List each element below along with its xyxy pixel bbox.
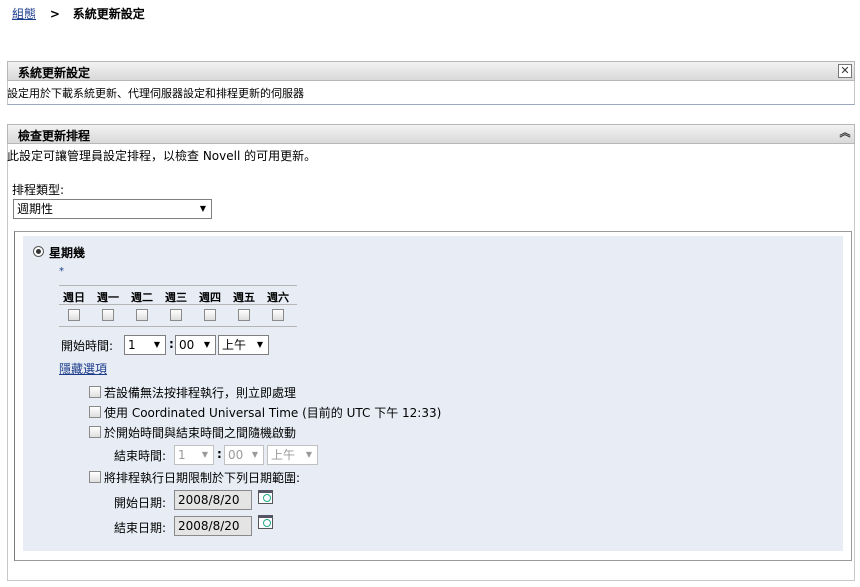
start-date-input[interactable]: 2008/8/20: [174, 490, 252, 510]
breadcrumb-configuration-link[interactable]: 組態: [12, 7, 36, 21]
day-of-week-radio[interactable]: [33, 246, 44, 257]
day-checkbox-fri[interactable]: [238, 309, 250, 321]
dropdown-arrow-icon: ▼: [199, 204, 207, 213]
start-ampm-select[interactable]: 上午 ▼: [218, 335, 269, 355]
day-header-sun: 週日: [63, 291, 85, 304]
selected-value: 00: [228, 448, 244, 462]
dropdown-arrow-icon: ▼: [153, 340, 161, 349]
schedule-type-select[interactable]: 週期性 ▼: [13, 199, 212, 219]
day-header-wed: 週三: [165, 291, 187, 304]
calendar-icon[interactable]: [258, 515, 273, 529]
selected-value: 00: [179, 338, 195, 352]
system-update-settings-header: 系統更新設定 ✕: [7, 61, 855, 81]
start-hour-select[interactable]: 1 ▼: [124, 335, 166, 355]
time-colon: :: [217, 447, 222, 461]
run-immediately-label: 若設備無法按排程執行，則立即處理: [104, 386, 297, 400]
day-checkbox-thu[interactable]: [204, 309, 216, 321]
time-colon: :: [169, 337, 174, 351]
start-time-label: 開始時間:: [61, 339, 114, 353]
collapse-icon[interactable]: ︽: [838, 127, 852, 141]
day-checkbox-sat[interactable]: [272, 309, 284, 321]
day-checkbox-sun[interactable]: [68, 309, 80, 321]
start-date-label: 開始日期:: [114, 496, 167, 510]
breadcrumb-separator: >: [49, 7, 60, 21]
limit-dates-checkbox[interactable]: [89, 471, 101, 483]
day-table-mid-rule: [59, 304, 297, 305]
start-minute-select[interactable]: 00 ▼: [175, 335, 216, 355]
check-update-schedule-header: 檢查更新排程 ︽: [7, 124, 855, 144]
end-hour-select[interactable]: 1 ▼: [174, 445, 214, 465]
schedule-type-label: 排程類型:: [12, 183, 65, 197]
random-start-label: 於開始時間與結束時間之間隨機啟動: [104, 426, 297, 440]
dropdown-arrow-icon: ▼: [251, 450, 259, 459]
selected-value: 上午: [222, 338, 247, 352]
day-header-thu: 週四: [199, 291, 221, 304]
selected-value: 上午: [271, 448, 296, 462]
end-minute-select[interactable]: 00 ▼: [224, 445, 264, 465]
selected-value: 週期性: [17, 202, 54, 216]
dropdown-arrow-icon: ▼: [305, 450, 313, 459]
day-checkbox-tue[interactable]: [136, 309, 148, 321]
panel-description: 此設定可讓管理員設定排程，以檢查 Novell 的可用更新。: [7, 149, 317, 163]
required-marker: *: [59, 266, 64, 277]
selected-value: 1: [178, 448, 186, 462]
random-start-checkbox[interactable]: [89, 426, 101, 438]
selected-value: 1: [128, 338, 136, 352]
panel-title: 檢查更新排程: [18, 129, 91, 143]
day-header-tue: 週二: [131, 291, 153, 304]
close-icon[interactable]: ✕: [838, 64, 852, 78]
panel-description: 設定用於下載系統更新、代理伺服器設定和排程更新的伺服器: [7, 87, 304, 100]
run-immediately-checkbox[interactable]: [89, 386, 101, 398]
day-header-mon: 週一: [97, 291, 119, 304]
hide-options-link[interactable]: 隱藏選項: [59, 360, 107, 377]
day-checkbox-wed[interactable]: [170, 309, 182, 321]
day-of-week-label: 星期幾: [49, 246, 86, 260]
breadcrumb: 組態 > 系統更新設定: [12, 5, 145, 22]
dropdown-arrow-icon: ▼: [201, 450, 209, 459]
use-utc-checkbox[interactable]: [89, 406, 101, 418]
panel-title: 系統更新設定: [18, 66, 91, 80]
limit-dates-label: 將排程執行日期限制於下列日期範圍:: [104, 471, 301, 485]
day-checkbox-mon[interactable]: [102, 309, 114, 321]
use-utc-label: 使用 Coordinated Universal Time (目前的 UTC 下…: [104, 406, 442, 420]
day-header-fri: 週五: [233, 291, 255, 304]
day-table-bottom-rule: [59, 326, 297, 327]
end-date-input[interactable]: 2008/8/20: [174, 516, 252, 536]
dropdown-arrow-icon: ▼: [203, 340, 211, 349]
day-header-sat: 週六: [267, 291, 289, 304]
end-ampm-select[interactable]: 上午 ▼: [267, 445, 318, 465]
day-table-top-rule: [59, 285, 297, 286]
dropdown-arrow-icon: ▼: [256, 340, 264, 349]
breadcrumb-current: 系統更新設定: [72, 7, 145, 21]
calendar-icon[interactable]: [258, 490, 273, 504]
end-date-label: 結束日期:: [114, 521, 167, 535]
end-time-label: 結束時間:: [114, 449, 167, 463]
